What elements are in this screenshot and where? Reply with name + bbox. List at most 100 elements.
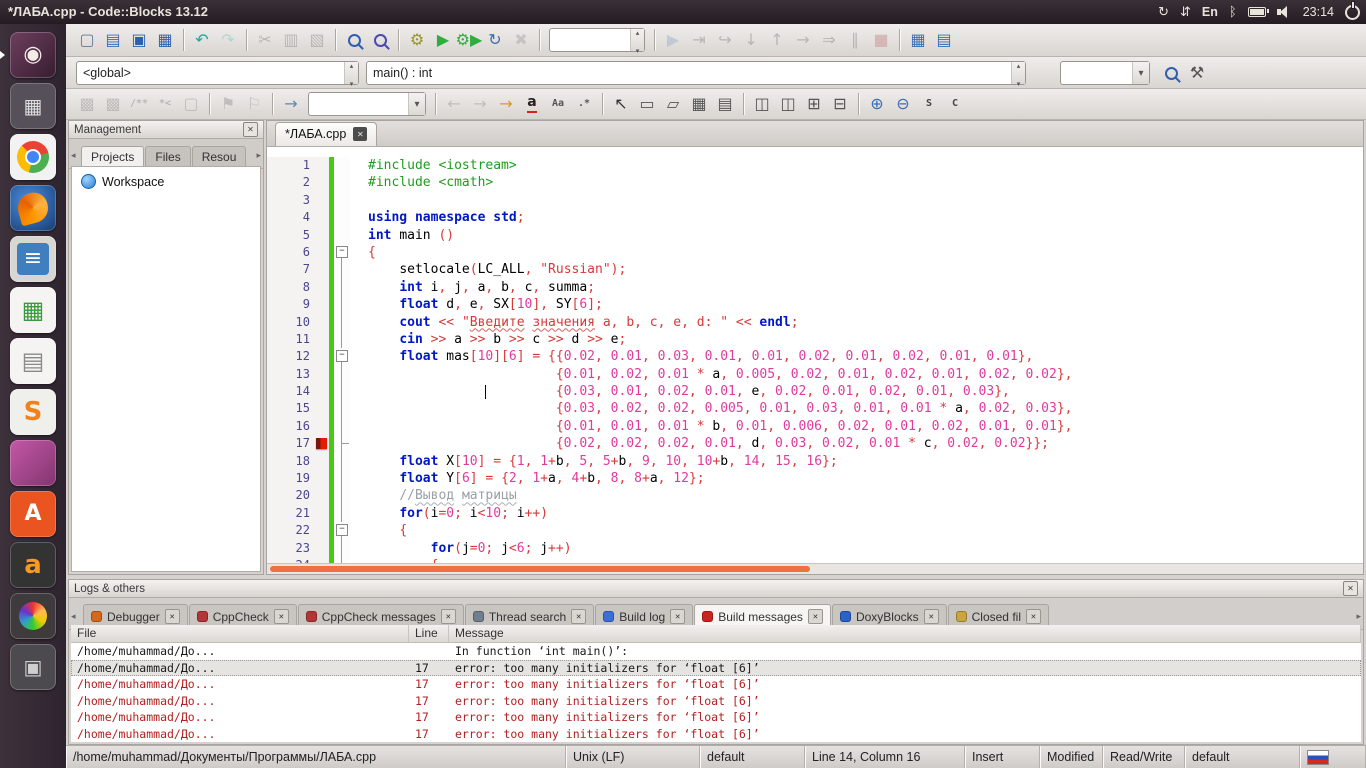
- close-tab-icon[interactable]: [808, 609, 823, 624]
- find-button[interactable]: [341, 27, 367, 53]
- build-message-row[interactable]: /home/muhammad/До...In function ‘int mai…: [71, 643, 1361, 660]
- incsearch-combo[interactable]: [308, 92, 426, 116]
- line-number[interactable]: 17: [267, 435, 315, 452]
- marker-margin[interactable]: [315, 227, 329, 244]
- line-number[interactable]: 20: [267, 487, 315, 504]
- code-line[interactable]: 3: [267, 192, 1363, 209]
- code-line[interactable]: 10 cout << "Введите значения a, b, c, e,…: [267, 314, 1363, 331]
- close-tab-icon[interactable]: [165, 609, 180, 624]
- tab-scroll-left-icon[interactable]: [71, 150, 76, 161]
- fold-collapse-icon[interactable]: [334, 348, 350, 365]
- line-number[interactable]: 11: [267, 331, 315, 348]
- list-tool-button[interactable]: ▤: [712, 91, 738, 117]
- close-panel-icon[interactable]: [243, 122, 258, 137]
- marker-margin[interactable]: [315, 522, 329, 539]
- code-text[interactable]: {: [350, 522, 1363, 539]
- sublime-text-icon[interactable]: S: [10, 389, 56, 435]
- bluetooth-icon[interactable]: ᛒ: [1229, 5, 1237, 20]
- layout-split-2-button[interactable]: ◫: [775, 91, 801, 117]
- line-number[interactable]: 13: [267, 366, 315, 383]
- tab-scroll-right-icon[interactable]: [1356, 611, 1361, 622]
- marker-margin[interactable]: [315, 487, 329, 504]
- messaging-menu-icon[interactable]: ↻: [1158, 5, 1169, 20]
- code-line[interactable]: 2 #include <cmath>: [267, 174, 1363, 191]
- clock[interactable]: 23:14: [1303, 5, 1334, 19]
- dropdown-arrow-icon[interactable]: [408, 93, 425, 115]
- marker-margin[interactable]: [315, 279, 329, 296]
- code-text[interactable]: for(j=0; j<6; j++): [350, 540, 1363, 557]
- line-number[interactable]: 10: [267, 314, 315, 331]
- spin-arrows-icon[interactable]: [630, 29, 644, 51]
- code-line[interactable]: 20 //Вывод матрицы: [267, 487, 1363, 504]
- close-tab-icon[interactable]: [670, 609, 685, 624]
- layout-grid-remove-button[interactable]: ⊟: [827, 91, 853, 117]
- line-number[interactable]: 8: [267, 279, 315, 296]
- line-number[interactable]: 7: [267, 261, 315, 278]
- new-file-button[interactable]: ▢: [74, 27, 100, 53]
- line-number[interactable]: 21: [267, 505, 315, 522]
- marker-margin[interactable]: [315, 261, 329, 278]
- grid-tool-button[interactable]: ▦: [686, 91, 712, 117]
- symbol-combo[interactable]: main() : int: [366, 61, 1026, 85]
- code-text[interactable]: //Вывод матрицы: [350, 487, 1363, 504]
- marker-margin[interactable]: [315, 505, 329, 522]
- fold-collapse-icon[interactable]: [334, 244, 350, 261]
- marker-margin[interactable]: [315, 314, 329, 331]
- symbol-options-button[interactable]: ⚒: [1184, 60, 1210, 86]
- line-number[interactable]: 2: [267, 174, 315, 191]
- close-tab-icon[interactable]: [571, 609, 586, 624]
- code-text[interactable]: int main (): [350, 227, 1363, 244]
- code-line[interactable]: 23 for(j=0; j<6; j++): [267, 540, 1363, 557]
- build-message-row[interactable]: /home/muhammad/До...17error: too many in…: [71, 660, 1361, 677]
- workspace-switcher-icon[interactable]: ▦: [10, 83, 56, 129]
- code-line[interactable]: 12 float mas[10][6] = {{0.02, 0.01, 0.03…: [267, 348, 1363, 365]
- management-tab-resou[interactable]: Resou: [192, 146, 247, 168]
- network-icon[interactable]: ⇵: [1180, 5, 1191, 20]
- code-text[interactable]: {0.01, 0.01, 0.01 * b, 0.01, 0.006, 0.02…: [350, 418, 1363, 435]
- code-line[interactable]: 5int main (): [267, 227, 1363, 244]
- close-panel-icon[interactable]: [1343, 581, 1358, 596]
- scrollbar-thumb[interactable]: [270, 566, 810, 572]
- code-text[interactable]: for(i=0; i<10; i++): [350, 505, 1363, 522]
- code-line[interactable]: 16 {0.01, 0.01, 0.01 * b, 0.01, 0.006, 0…: [267, 418, 1363, 435]
- code-line[interactable]: 18 float X[10] = {1, 1+b, 5, 5+b, 9, 10,…: [267, 453, 1363, 470]
- zoom-out-button[interactable]: ⊖: [890, 91, 916, 117]
- line-number[interactable]: 6: [267, 244, 315, 261]
- highlight-occurrences-button[interactable]: a: [519, 91, 545, 117]
- screenshot-tool-icon[interactable]: ▣: [10, 644, 56, 690]
- close-tab-icon[interactable]: [353, 127, 367, 141]
- marker-margin[interactable]: [315, 366, 329, 383]
- save-all-files-button[interactable]: ▦: [152, 27, 178, 53]
- tab-scroll-right-icon[interactable]: [256, 150, 261, 161]
- code-text[interactable]: [350, 192, 1363, 209]
- marker-margin[interactable]: [315, 331, 329, 348]
- error-marker[interactable]: [315, 435, 329, 452]
- marker-margin[interactable]: [315, 418, 329, 435]
- marker-margin[interactable]: [315, 192, 329, 209]
- marker-margin[interactable]: [315, 540, 329, 557]
- text-editor-icon[interactable]: ≡: [10, 236, 56, 282]
- line-number[interactable]: 15: [267, 400, 315, 417]
- debugging-windows-button[interactable]: ▦: [905, 27, 931, 53]
- line-number[interactable]: 14: [267, 383, 315, 400]
- marker-margin[interactable]: [315, 209, 329, 226]
- line-number[interactable]: 18: [267, 453, 315, 470]
- code-text[interactable]: float X[10] = {1, 1+b, 5, 5+b, 9, 10, 10…: [350, 453, 1363, 470]
- tree-item-workspace[interactable]: Workspace: [72, 167, 260, 196]
- build-button[interactable]: ⚙: [404, 27, 430, 53]
- line-number[interactable]: 3: [267, 192, 315, 209]
- close-tab-icon[interactable]: [274, 609, 289, 624]
- color-tool-icon[interactable]: [10, 593, 56, 639]
- zoom-in-button[interactable]: ⊕: [864, 91, 890, 117]
- volume-icon[interactable]: [1277, 6, 1292, 18]
- code-line[interactable]: 17 {0.02, 0.02, 0.02, 0.01, d, 0.03, 0.0…: [267, 435, 1363, 452]
- ubuntu-software-icon[interactable]: A: [10, 491, 56, 537]
- code-text[interactable]: #include <cmath>: [350, 174, 1363, 191]
- open-file-button[interactable]: ▤: [100, 27, 126, 53]
- code-line[interactable]: 7 setlocale(LC_ALL, "Russian");: [267, 261, 1363, 278]
- code-text[interactable]: {: [350, 244, 1363, 261]
- code-text[interactable]: cout << "Введите значения a, b, c, e, d:…: [350, 314, 1363, 331]
- replace-button[interactable]: [367, 27, 393, 53]
- line-number[interactable]: 16: [267, 418, 315, 435]
- code-line[interactable]: 21 for(i=0; i<10; i++): [267, 505, 1363, 522]
